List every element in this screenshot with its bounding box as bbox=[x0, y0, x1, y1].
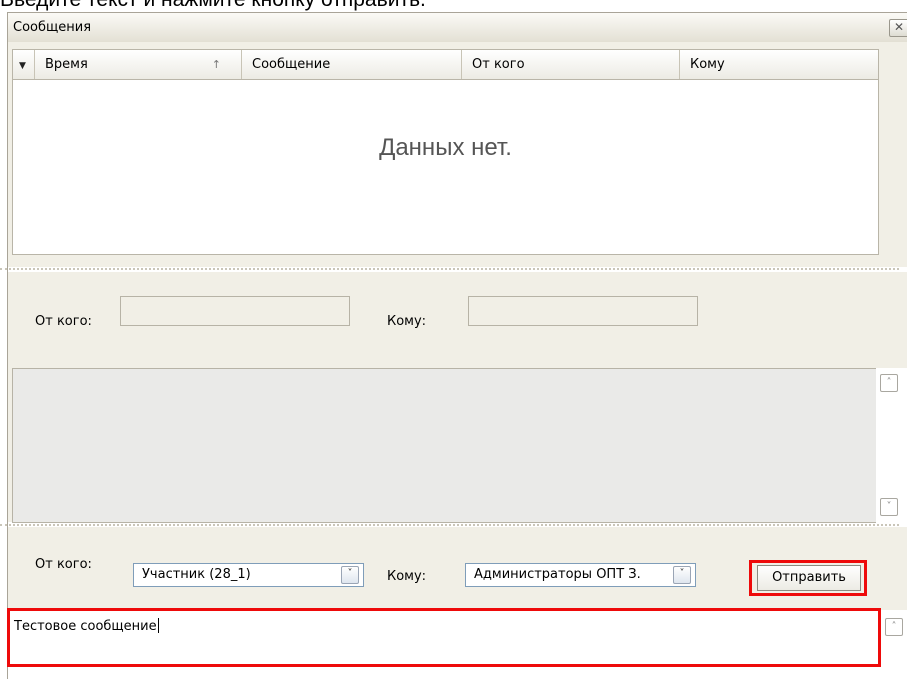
column-chooser-button[interactable]: ▼ bbox=[13, 50, 35, 79]
compose-to-value: Администраторы ОПТ З. bbox=[474, 567, 641, 582]
splitter-top[interactable] bbox=[0, 268, 899, 270]
view-from-field bbox=[120, 296, 350, 326]
view-from-label: От кого: bbox=[35, 314, 92, 329]
sort-ascending-icon: ↑ bbox=[211, 58, 221, 71]
window-title: Сообщения bbox=[13, 20, 92, 35]
column-header-from[interactable]: От кого bbox=[462, 50, 680, 79]
grid-header: ▼ Время ↑ Сообщение От кого Кому bbox=[13, 50, 878, 80]
message-input-highlight bbox=[7, 608, 881, 667]
chevron-down-icon[interactable]: ˅ bbox=[341, 566, 359, 584]
scroll-down-icon[interactable]: ˅ bbox=[880, 498, 898, 516]
column-time-label: Время bbox=[45, 57, 88, 72]
view-to-label: Кому: bbox=[387, 314, 427, 329]
chevron-down-icon[interactable]: ˅ bbox=[673, 566, 691, 584]
send-button-highlight bbox=[749, 560, 867, 596]
scroll-up-icon[interactable]: ˄ bbox=[880, 374, 898, 392]
column-header-time[interactable]: Время ↑ bbox=[35, 50, 242, 79]
window-titlebar[interactable]: Сообщения ✕ bbox=[8, 13, 907, 43]
compose-from-value: Участник (28_1) bbox=[142, 567, 251, 582]
compose-to-select[interactable]: Администраторы ОПТ З. ˅ bbox=[465, 563, 696, 587]
column-message-label: Сообщение bbox=[252, 57, 331, 72]
column-from-label: От кого bbox=[472, 57, 525, 72]
grid-empty-message: Данных нет. bbox=[379, 134, 512, 161]
column-to-label: Кому bbox=[690, 57, 725, 72]
splitter-bottom[interactable] bbox=[0, 524, 899, 526]
triangle-down-icon: ▼ bbox=[19, 61, 26, 71]
view-to-field bbox=[468, 296, 698, 326]
compose-from-label: От кого: bbox=[35, 557, 92, 572]
column-header-message[interactable]: Сообщение bbox=[242, 50, 462, 79]
view-message-area bbox=[12, 368, 879, 523]
scroll-up-icon[interactable]: ˄ bbox=[885, 618, 903, 636]
compose-from-select[interactable]: Участник (28_1) ˅ bbox=[133, 563, 364, 587]
column-header-to[interactable]: Кому bbox=[680, 50, 878, 79]
messages-grid: ▼ Время ↑ Сообщение От кого Кому Данных … bbox=[12, 49, 879, 255]
close-icon[interactable]: ✕ bbox=[889, 19, 907, 37]
compose-to-label: Кому: bbox=[387, 569, 427, 584]
instruction-caption: Введите текст и нажмите кнопку отправить… bbox=[0, 0, 426, 12]
